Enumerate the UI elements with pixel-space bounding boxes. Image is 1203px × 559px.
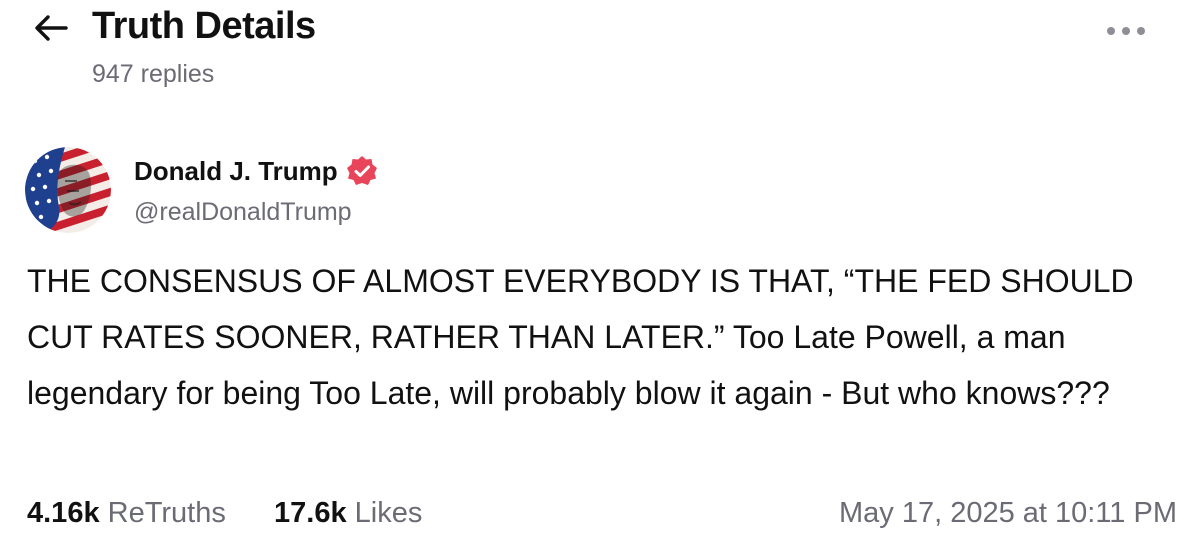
author-handle[interactable]: @realDonaldTrump bbox=[134, 198, 352, 227]
likes-count: 17.6k bbox=[274, 497, 347, 529]
post-timestamp: May 17, 2025 at 10:11 PM bbox=[838, 497, 1177, 529]
arrow-left-icon bbox=[32, 13, 68, 48]
likes-label: Likes bbox=[354, 497, 423, 529]
retruths-stat[interactable]: 4.16k ReTruths bbox=[27, 497, 226, 530]
avatar[interactable] bbox=[25, 147, 111, 233]
more-horizontal-icon bbox=[1106, 23, 1146, 41]
post-text: THE CONSENSUS OF ALMOST EVERYBODY IS THA… bbox=[27, 263, 1134, 411]
more-options-button[interactable] bbox=[1098, 16, 1154, 48]
author-name[interactable]: Donald J. Trump bbox=[134, 155, 378, 187]
back-button[interactable] bbox=[30, 10, 70, 50]
reply-count: 947 replies bbox=[92, 60, 215, 88]
author-name-text: Donald J. Trump bbox=[134, 155, 338, 186]
page-header: Truth Details 947 replies bbox=[0, 0, 1203, 110]
page-title: Truth Details bbox=[92, 5, 316, 47]
post-stats: 4.16k ReTruths 17.6k Likes May 17, 2025 … bbox=[27, 497, 1177, 537]
verified-badge-icon bbox=[346, 155, 378, 187]
likes-stat[interactable]: 17.6k Likes bbox=[274, 497, 422, 530]
retruths-count: 4.16k bbox=[27, 497, 100, 529]
retruths-label: ReTruths bbox=[107, 497, 226, 529]
